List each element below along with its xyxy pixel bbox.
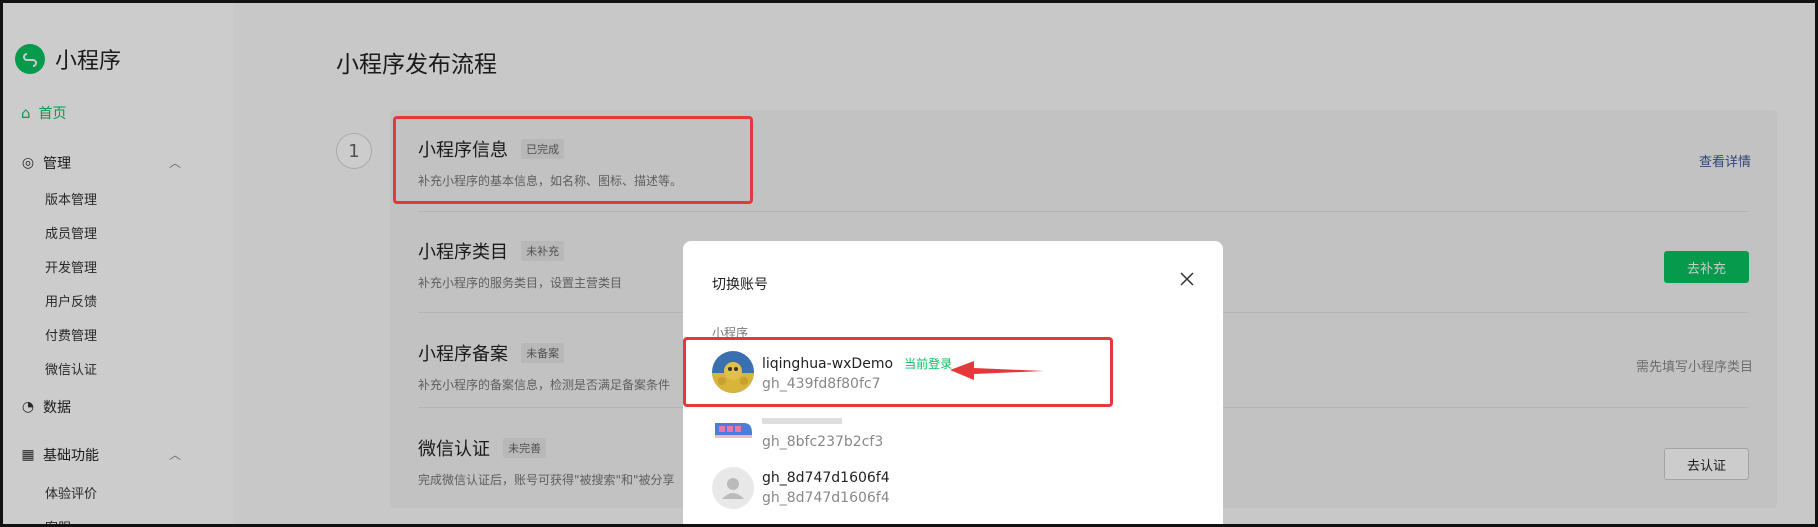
annotation-box-info (393, 116, 753, 204)
default-avatar-icon (712, 467, 754, 509)
account-id: gh_8d747d1606f4 (762, 490, 890, 506)
annotation-box-account (683, 337, 1113, 407)
train-avatar-icon (712, 409, 754, 451)
dialog-title: 切换账号 (712, 277, 768, 293)
account-item[interactable]: gh_8d747d1606f4 gh_8d747d1606f4 (712, 467, 890, 509)
account-info: gh_8d747d1606f4 gh_8d747d1606f4 (762, 470, 890, 506)
account-item[interactable]: gh_8bfc237b2cf3 (712, 409, 883, 451)
window: 小程序 ⌂ 首页 ◎ 管理 ︿ 版本管理 成员管理 开发管理 用户反馈 付费管理… (0, 0, 1818, 527)
redacted-name (762, 418, 842, 424)
annotation-arrow-icon (950, 361, 1044, 380)
account-id: gh_8bfc237b2cf3 (762, 433, 884, 450)
account-name: gh_8d747d1606f4 (762, 470, 890, 486)
account-info: gh_8bfc237b2cf3 (762, 411, 883, 450)
close-icon[interactable] (1177, 269, 1197, 289)
